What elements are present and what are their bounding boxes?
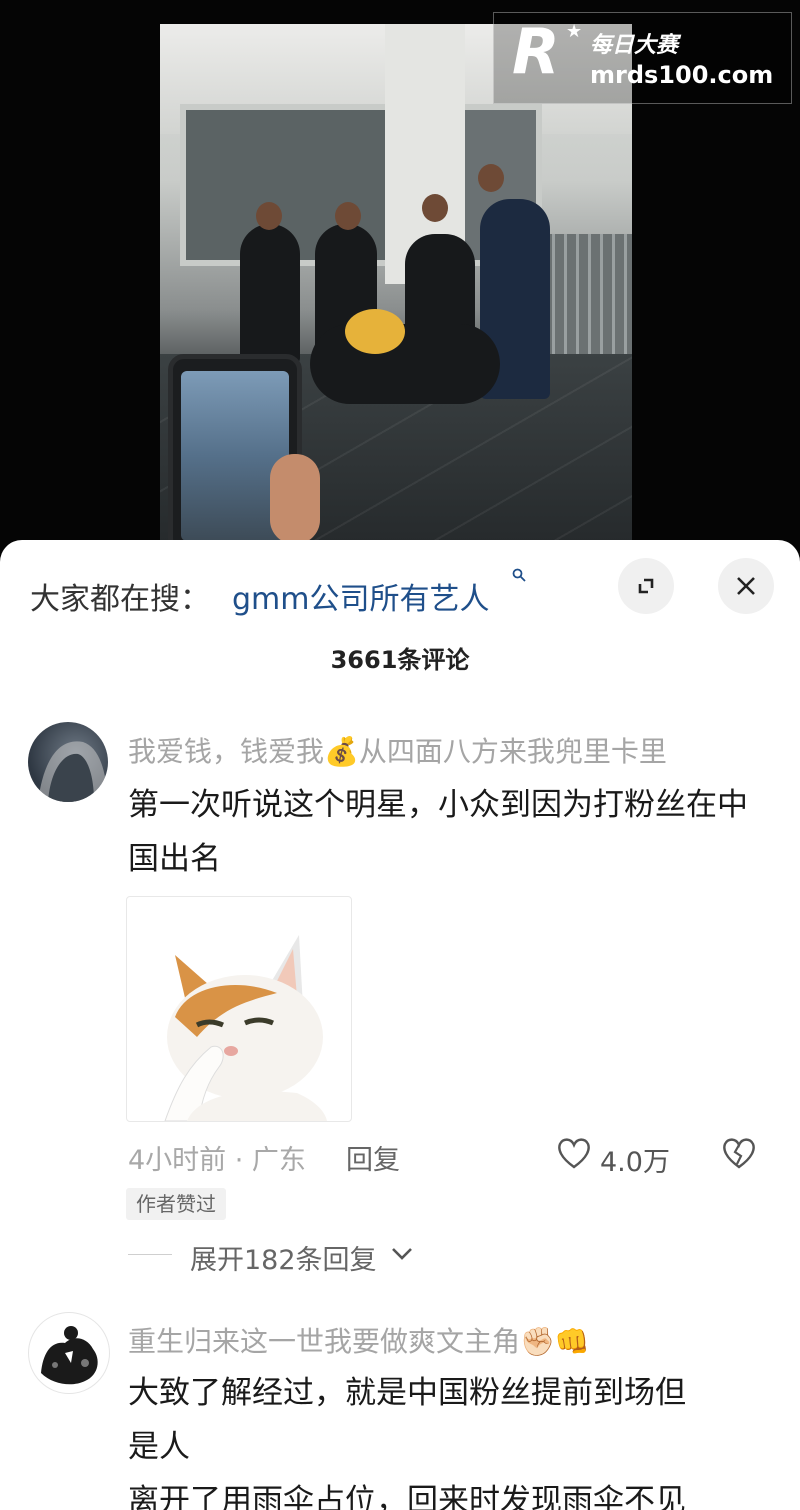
video-yellow-shirt [345,309,405,354]
comment-username[interactable]: 重生归来这一世我要做爽文主角✊🏻👊 [128,1320,590,1360]
watermark-brand: 每日大赛 [590,33,679,58]
watermark-logo: R [512,15,560,88]
search-icon[interactable] [512,568,526,582]
comment-text-line[interactable]: 离开了用雨伞占位，回来时发现雨伞不见 [128,1474,748,1510]
expand-icon [638,578,654,594]
video-person-head [478,164,504,192]
comment-sheet: 大家都在搜： gmm公司所有艺人 3661条评论 我爱钱，钱爱我💰从四面八方来我… [0,540,800,1510]
cat-sticker [164,935,327,1121]
comment-time-location: 4小时前 · 广东 [128,1145,306,1176]
star-icon: ★ [566,21,583,42]
watermark: R ★ 每日大赛 mrds100.com [493,12,792,104]
like-count: 4.0万 [600,1147,670,1178]
video-hand [270,454,320,544]
broken-heart-icon[interactable] [722,1136,756,1170]
expand-replies-button[interactable]: 展开182条回复 [190,1238,377,1277]
expand-button[interactable] [618,558,674,614]
comment-text-line[interactable]: 大致了解经过，就是中国粉丝提前到场但 [128,1366,748,1420]
avatar-image [38,741,108,802]
comment-username[interactable]: 我爱钱，钱爱我💰从四面八方来我兜里卡里 [128,730,667,770]
comment-sticker-image[interactable] [126,896,352,1122]
close-button[interactable] [718,558,774,614]
author-liked-badge: 作者赞过 [126,1188,226,1220]
video-person-head [422,194,448,222]
chevron-down-icon[interactable] [390,1246,414,1262]
video-person [240,224,300,364]
avatar-image [41,1326,98,1385]
video-player[interactable]: R ★ 每日大赛 mrds100.com [0,0,800,560]
avatar[interactable] [28,722,108,802]
search-suggestion-link[interactable]: gmm公司所有艺人 [232,574,490,618]
close-icon [737,577,755,595]
watermark-url: mrds100.com [590,61,774,89]
comment-text[interactable]: 第一次听说这个明星，小众到因为打粉丝在中国出名 [128,778,748,886]
video-person-ground [310,324,500,404]
comment-text-line[interactable]: 是人 [128,1420,748,1474]
avatar[interactable] [28,1312,110,1394]
expand-divider [128,1254,172,1255]
comment-count: 3661条评论 [330,646,470,674]
video-person-head [256,202,282,230]
search-suggestion-prefix: 大家都在搜： [30,582,210,617]
video-person-head [335,202,361,230]
reply-button[interactable]: 回复 [346,1138,400,1177]
heart-icon[interactable] [556,1136,592,1170]
